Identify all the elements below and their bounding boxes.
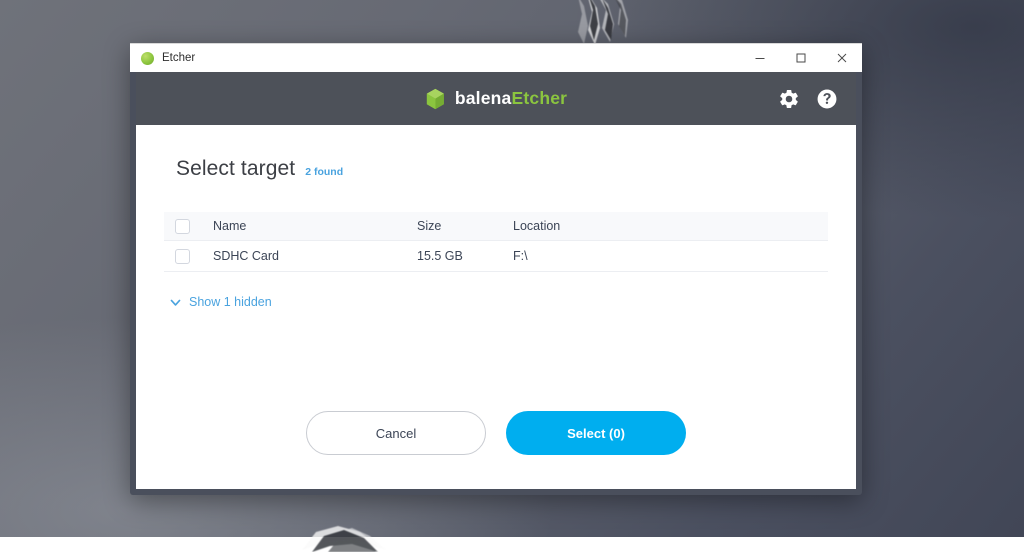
table-header-row: Name Size Location (164, 212, 828, 241)
cell-name: SDHC Card (213, 249, 279, 263)
footer-actions: Cancel Select (0) (164, 411, 828, 489)
cell-location: F:\ (513, 249, 528, 263)
show-hidden-toggle[interactable]: Show 1 hidden (164, 295, 272, 309)
select-all-checkbox[interactable] (175, 218, 190, 234)
brand-etcher-text: Etcher (511, 88, 568, 108)
titlebar-left: Etcher (130, 51, 739, 65)
toolbar-actions (778, 88, 838, 110)
app-toolbar: balenaEtcher (136, 72, 856, 125)
brand-logo-group: balenaEtcher (425, 88, 567, 110)
targets-table: Name Size Location SDHC Card 15.5 GB F:\ (164, 212, 828, 272)
close-icon[interactable] (821, 44, 862, 73)
cancel-button[interactable]: Cancel (306, 411, 486, 455)
wallpaper-wisp-bottom (302, 526, 386, 552)
brand-balena-text: balena (454, 88, 512, 108)
minimize-icon[interactable] (739, 44, 780, 73)
heading-row: Select target 2 found (164, 125, 828, 181)
table-row[interactable]: SDHC Card 15.5 GB F:\ (164, 241, 828, 272)
gear-icon[interactable] (778, 88, 800, 110)
column-header-location: Location (513, 219, 561, 233)
etcher-leaf-icon (141, 51, 154, 65)
brand-wordmark: balenaEtcher (455, 88, 567, 109)
column-header-size: Size (417, 219, 442, 233)
maximize-icon[interactable] (780, 44, 821, 73)
help-circle-icon[interactable] (816, 88, 838, 110)
balena-cube-icon (426, 88, 444, 109)
cell-size: 15.5 GB (417, 249, 463, 263)
show-hidden-label: Show 1 hidden (189, 295, 272, 309)
select-button[interactable]: Select (0) (506, 411, 686, 455)
page-title: Select target (176, 157, 296, 180)
select-all-checkbox-cell (175, 218, 213, 234)
found-count-badge: 2 found (305, 166, 344, 178)
row-checkbox-cell (175, 248, 213, 264)
window-controls (739, 44, 862, 73)
window-titlebar: Etcher (130, 43, 862, 72)
column-header-name: Name (213, 219, 247, 233)
main-panel: Select target 2 found Name Size Location… (136, 125, 856, 489)
window-title: Etcher (162, 52, 196, 64)
etcher-window: Etcher balenaEtcher Select target 2 foun… (130, 43, 862, 495)
row-checkbox[interactable] (175, 248, 190, 264)
chevron-down-icon (170, 299, 181, 306)
